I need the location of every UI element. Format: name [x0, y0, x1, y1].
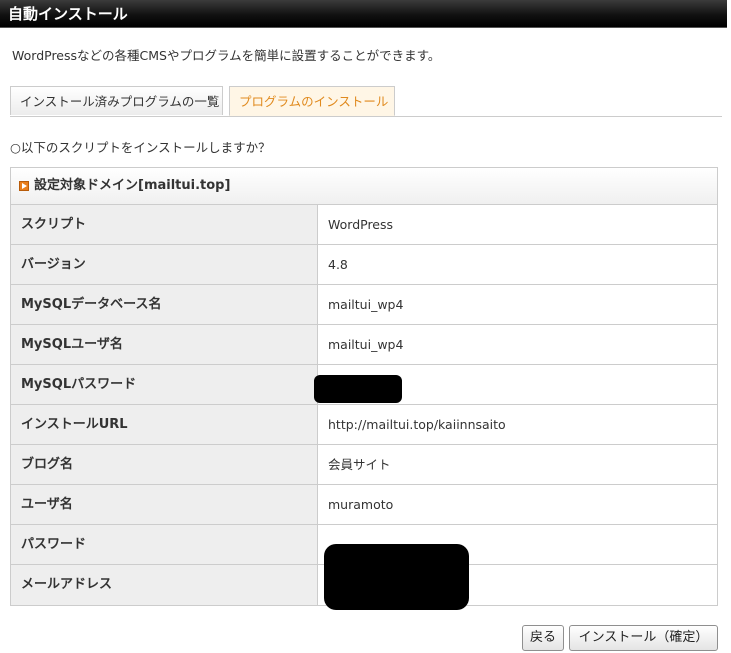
tab-installed-programs[interactable]: インストール済みプログラムの一覧 [10, 86, 223, 115]
redaction-mysql-password [314, 375, 402, 403]
table-row: ユーザ名 muramoto [11, 485, 717, 525]
row-label-mysql-db-name: MySQLデータベース名 [11, 285, 318, 324]
row-label-password: パスワード [11, 525, 318, 564]
row-label-mysql-user: MySQLユーザ名 [11, 325, 318, 364]
row-label-email: メールアドレス [11, 565, 318, 605]
table-row: ブログ名 会員サイト [11, 445, 717, 485]
row-label-blog-name: ブログ名 [11, 445, 318, 484]
row-value-username: muramoto [318, 485, 717, 524]
tab-bar: インストール済みプログラムの一覧 プログラムのインストール [10, 86, 722, 117]
row-value-mysql-db-name: mailtui_wp4 [318, 285, 717, 324]
install-question: ○以下のスクリプトをインストールしますか？ [10, 140, 271, 155]
table-row: インストールURL http://mailtui.top/kaiinnsaito [11, 405, 717, 445]
install-confirm-button[interactable]: インストール（確定） [569, 625, 718, 651]
row-label-version: バージョン [11, 245, 318, 284]
row-value-script: WordPress [318, 205, 717, 244]
back-button[interactable]: 戻る [522, 625, 564, 651]
row-value-install-url: http://mailtui.top/kaiinnsaito [318, 405, 717, 444]
window-title: 自動インストール [0, 0, 727, 28]
tab-program-install[interactable]: プログラムのインストール [229, 86, 395, 116]
table-row: MySQLユーザ名 mailtui_wp4 [11, 325, 717, 365]
row-value-blog-name: 会員サイト [318, 445, 717, 484]
row-value-version: 4.8 [318, 245, 717, 284]
target-domain-label: 設定対象ドメイン[mailtui.top] [34, 178, 231, 193]
row-value-mysql-user: mailtui_wp4 [318, 325, 717, 364]
row-label-mysql-password: MySQLパスワード [11, 365, 318, 404]
row-label-username: ユーザ名 [11, 485, 318, 524]
row-label-install-url: インストールURL [11, 405, 318, 444]
table-row: バージョン 4.8 [11, 245, 717, 285]
redaction-password-email [324, 544, 469, 610]
arrow-right-icon [19, 181, 29, 191]
page-description: WordPressなどの各種CMSやプログラムを簡単に設置することができます。 [12, 48, 441, 63]
table-row: MySQLデータベース名 mailtui_wp4 [11, 285, 717, 325]
table-row: スクリプト WordPress [11, 205, 717, 245]
table-header: 設定対象ドメイン[mailtui.top] [11, 168, 717, 205]
row-label-script: スクリプト [11, 205, 318, 244]
